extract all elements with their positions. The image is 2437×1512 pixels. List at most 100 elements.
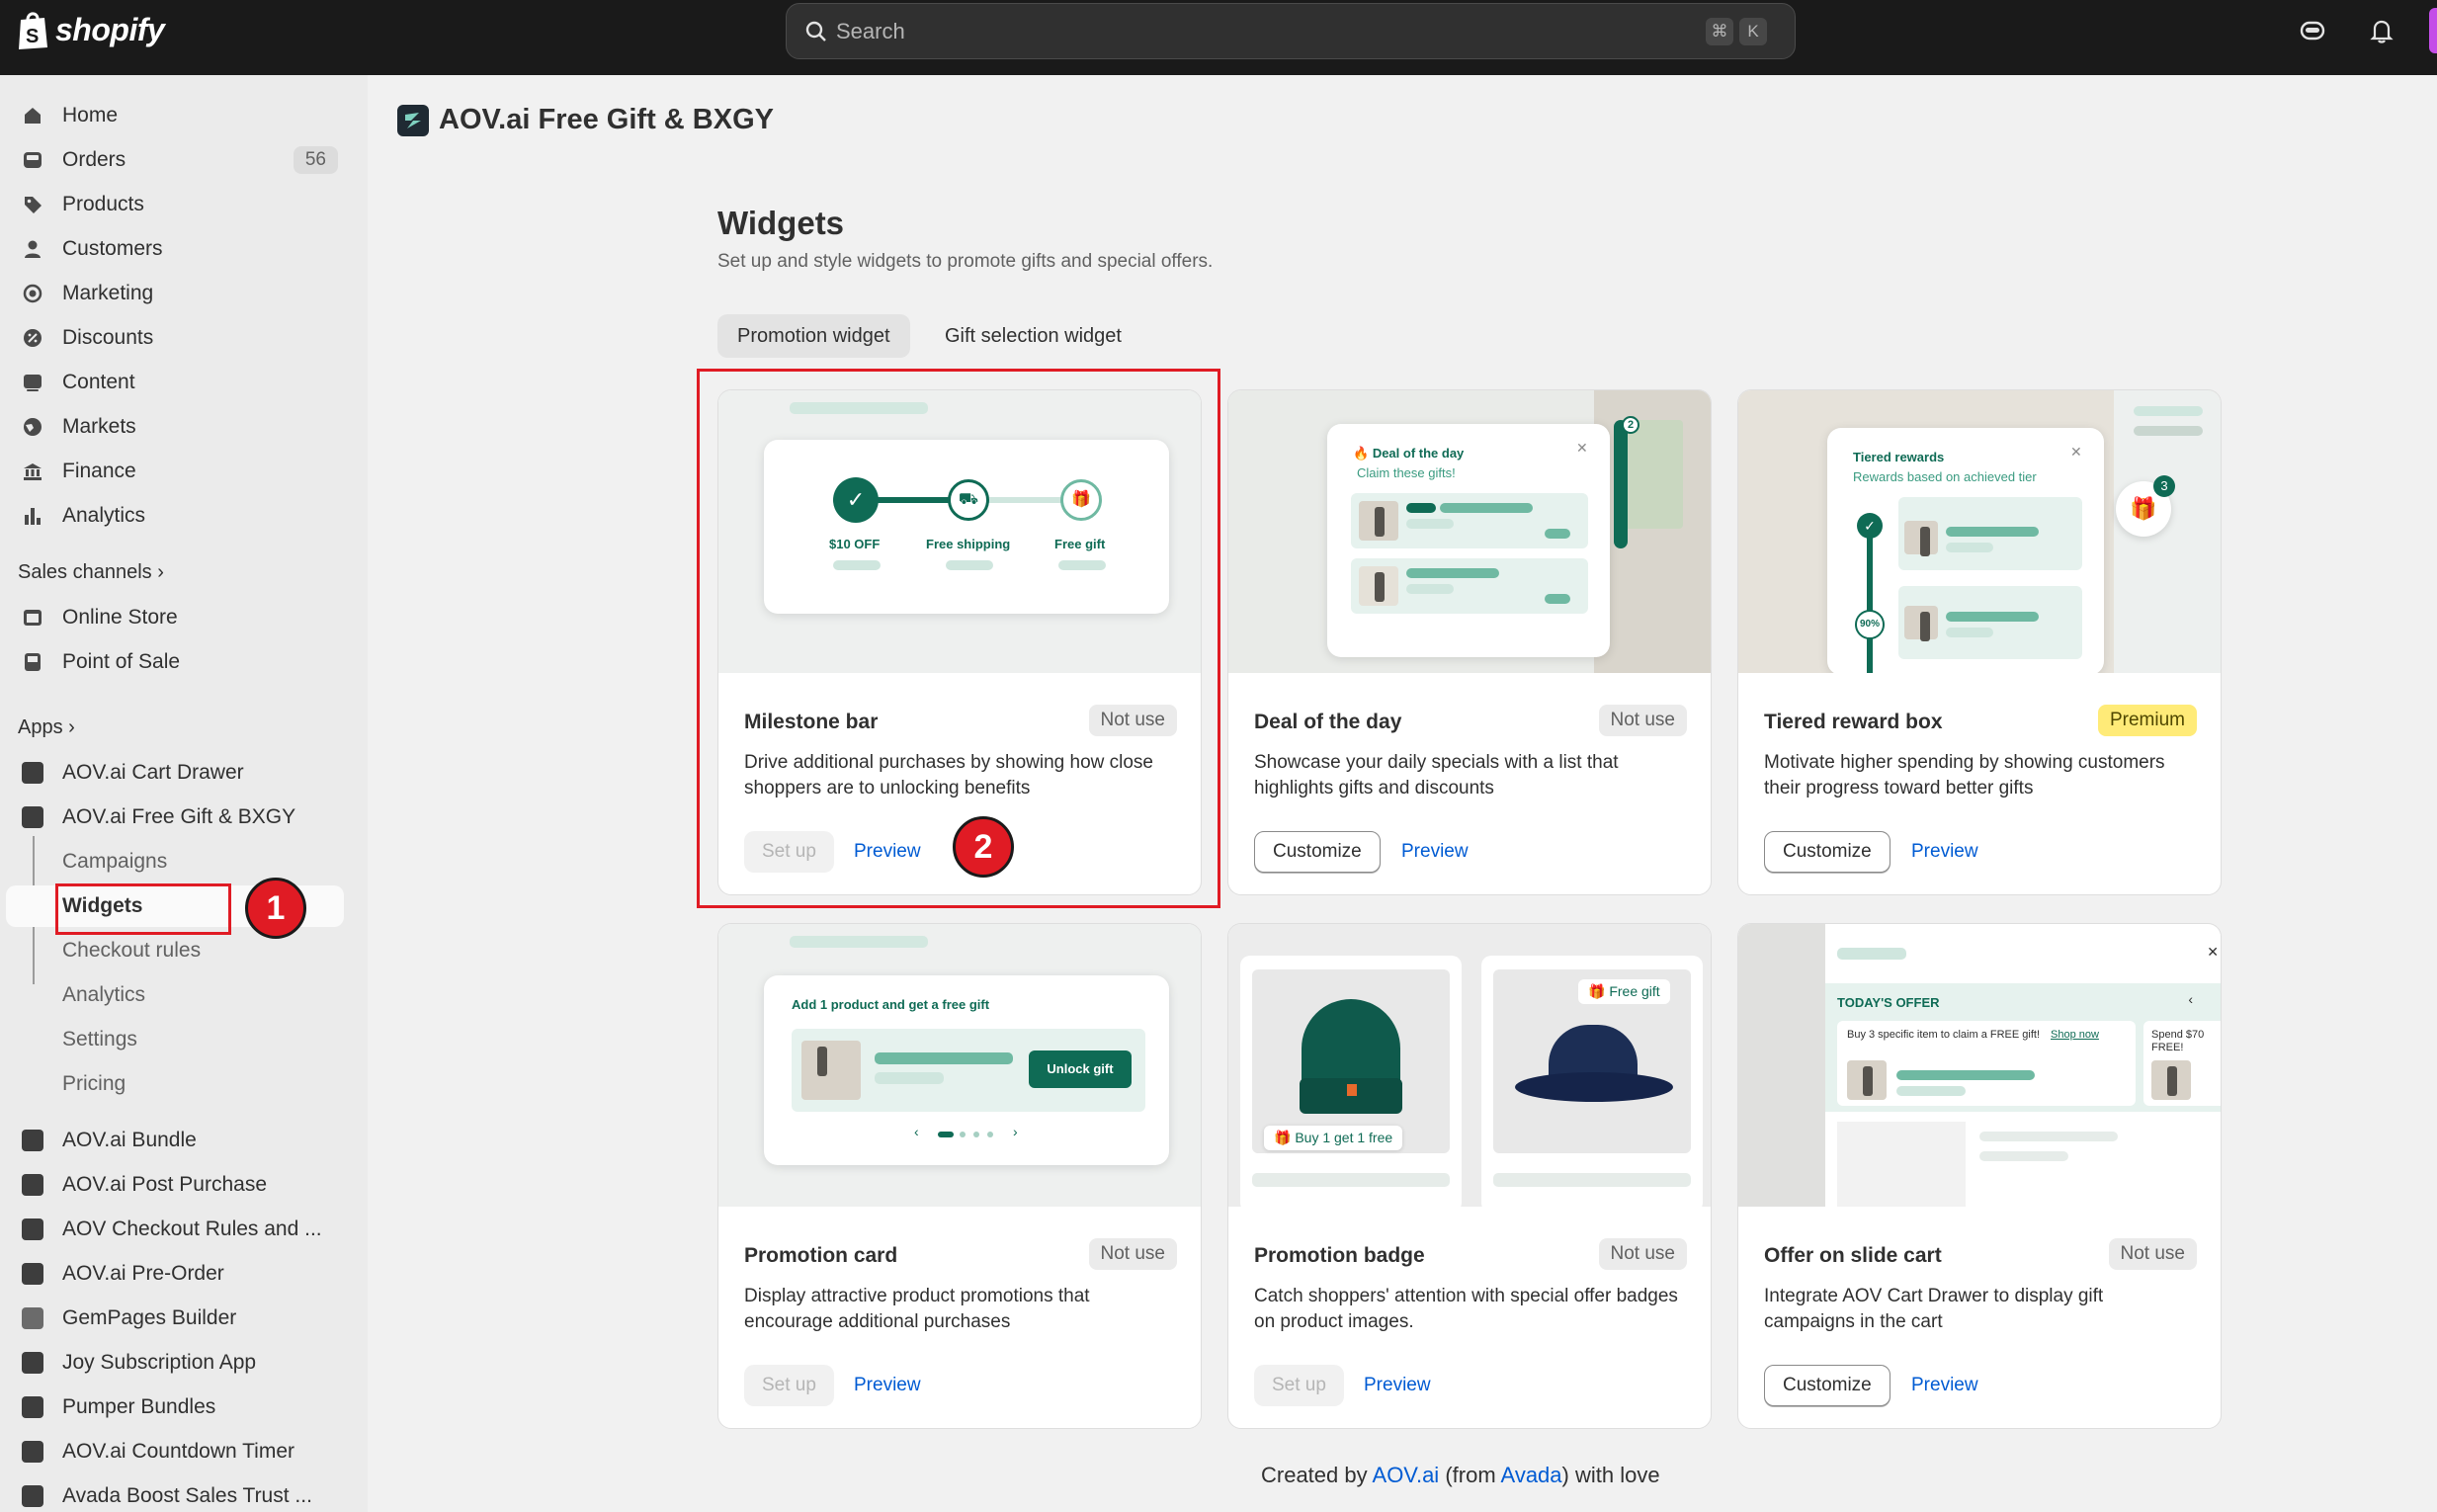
nav-analytics[interactable]: Analytics <box>6 495 344 537</box>
preview-link[interactable]: Preview <box>1364 1365 1431 1406</box>
nav-aov-checkout-rules[interactable]: AOV Checkout Rules and ... <box>6 1209 344 1250</box>
nav-label: AOV.ai Bundle <box>62 1129 197 1151</box>
deal-title: 🔥 Deal of the day <box>1353 446 1465 461</box>
product-card-2: 🎁 Free gift <box>1481 956 1703 1207</box>
placeholder-bar <box>1896 1086 1966 1096</box>
nav-label: Checkout rules <box>62 939 202 962</box>
search-bar[interactable]: Search ⌘ K <box>786 3 1796 59</box>
nav-aov-pre-order[interactable]: AOV.ai Pre-Order <box>6 1253 344 1295</box>
nav-campaigns[interactable]: Campaigns <box>6 841 344 882</box>
deal-preview-panel: 🔥 Deal of the day Claim these gifts! ✕ <box>1327 424 1610 657</box>
apps-heading[interactable]: Apps › <box>18 716 75 739</box>
joy-icon <box>22 1352 43 1374</box>
target-icon <box>23 284 42 303</box>
nav-customers[interactable]: Customers <box>6 228 344 270</box>
shopify-logo[interactable]: S shopify <box>16 10 165 49</box>
customize-button[interactable]: Customize <box>1254 831 1381 873</box>
nav-aov-post-purchase[interactable]: AOV.ai Post Purchase <box>6 1164 344 1206</box>
deal-subtitle: Claim these gifts! <box>1357 465 1456 480</box>
aov-app-icon <box>22 1174 43 1196</box>
nav-aov-bundle[interactable]: AOV.ai Bundle <box>6 1120 344 1161</box>
offer-item-1: Buy 3 specific item to claim a FREE gift… <box>1837 1021 2136 1106</box>
nav-label: GemPages Builder <box>62 1306 237 1329</box>
preview-link[interactable]: Preview <box>1911 831 1978 873</box>
sales-channels-label: Sales channels <box>18 561 152 583</box>
shopify-bag-icon: S <box>16 10 49 49</box>
product-image <box>1359 501 1398 541</box>
tier-progress-line <box>1867 523 1873 673</box>
deal-of-the-day-thumbnail: 🔥 Deal of the day Claim these gifts! ✕ 2 <box>1228 390 1711 673</box>
nav-app-analytics[interactable]: Analytics <box>6 974 344 1016</box>
nav-label: Joy Subscription App <box>62 1351 257 1374</box>
placeholder-bar <box>1406 503 1436 513</box>
nav-marketing[interactable]: Marketing <box>6 273 344 314</box>
check-icon: ✓ <box>1857 513 1883 539</box>
nav-markets[interactable]: Markets <box>6 406 344 448</box>
sales-channels-heading[interactable]: Sales channels › <box>18 561 164 584</box>
nav-finance[interactable]: Finance <box>6 451 344 492</box>
preview-link[interactable]: Preview <box>1401 831 1469 873</box>
beanie-tag <box>1347 1084 1357 1096</box>
setup-button[interactable]: Set up <box>1254 1365 1344 1406</box>
tab-promotion-widget[interactable]: Promotion widget <box>717 314 910 358</box>
person-icon <box>25 240 41 258</box>
nav-pricing[interactable]: Pricing <box>6 1063 344 1105</box>
product-image <box>1904 606 1938 641</box>
nav-aov-cart-drawer[interactable]: AOV.ai Cart Drawer <box>6 752 344 794</box>
account-avatar[interactable] <box>2429 8 2437 53</box>
annotation-marker-2: 2 <box>953 816 1014 878</box>
close-icon: ✕ <box>1576 440 1588 456</box>
carousel-dot <box>973 1132 979 1137</box>
card-title: Promotion card <box>744 1244 898 1267</box>
preview-link[interactable]: Preview <box>1911 1365 1978 1406</box>
placeholder-bar <box>1837 948 1906 960</box>
promotion-preview-panel: Add 1 product and get a free gift Unlock… <box>764 975 1169 1165</box>
placeholder-bar <box>1545 594 1570 604</box>
k-key: K <box>1739 18 1767 45</box>
card-title: Deal of the day <box>1254 711 1402 733</box>
placeholder-bar <box>2134 426 2203 436</box>
promotion-title: Add 1 product and get a free gift <box>792 997 990 1012</box>
aov-link[interactable]: AOV.ai <box>1373 1463 1440 1487</box>
nav-orders[interactable]: Orders 56 <box>6 139 344 181</box>
placeholder-bar <box>1946 543 1993 552</box>
nav-label: Pumper Bundles <box>62 1395 216 1418</box>
nav-label: Content <box>62 371 135 393</box>
product-image <box>801 1041 861 1100</box>
placeholder-bar <box>1406 519 1454 529</box>
customize-button[interactable]: Customize <box>1764 1365 1891 1406</box>
tiered-preview-panel: Tiered rewards Rewards based on achieved… <box>1827 428 2104 673</box>
nav-products[interactable]: Products <box>6 184 344 225</box>
nav-point-of-sale[interactable]: Point of Sale <box>6 641 344 683</box>
carousel-dot <box>960 1132 966 1137</box>
customize-button[interactable]: Customize <box>1764 831 1891 873</box>
nav-discounts[interactable]: Discounts <box>6 317 344 359</box>
placeholder-bar <box>875 1072 944 1084</box>
sidekick-icon[interactable] <box>2298 16 2327 45</box>
footer-prefix: Created by <box>1261 1463 1373 1487</box>
bell-icon[interactable] <box>2367 16 2396 45</box>
preview-link[interactable]: Preview <box>854 1365 921 1406</box>
nav-gempages[interactable]: GemPages Builder <box>6 1298 344 1339</box>
nav-joy-subscription[interactable]: Joy Subscription App <box>6 1342 344 1384</box>
card-description: Motivate higher spending by showing cust… <box>1764 752 2165 798</box>
placeholder-bar <box>2134 406 2203 416</box>
nav-content[interactable]: Content <box>6 362 344 403</box>
tiered-title: Tiered rewards <box>1853 450 1945 464</box>
deal-title-text: Deal of the day <box>1372 446 1465 461</box>
tab-gift-selection-widget[interactable]: Gift selection widget <box>925 314 1141 358</box>
nav-home[interactable]: Home <box>6 95 344 136</box>
nav-aov-countdown[interactable]: AOV.ai Countdown Timer <box>6 1431 344 1472</box>
count-badge: 3 <box>2153 475 2175 497</box>
setup-button[interactable]: Set up <box>744 1365 834 1406</box>
avada-link[interactable]: Avada <box>1501 1463 1562 1487</box>
nav-pumper-bundles[interactable]: Pumper Bundles <box>6 1386 344 1428</box>
nav-settings[interactable]: Settings <box>6 1019 344 1060</box>
nav-online-store[interactable]: Online Store <box>6 597 344 638</box>
nav-aov-free-gift[interactable]: AOV.ai Free Gift & BXGY <box>6 797 344 838</box>
nav-checkout-rules[interactable]: Checkout rules <box>6 930 344 971</box>
aov-app-icon <box>22 1130 43 1151</box>
nav-avada-boost[interactable]: Avada Boost Sales Trust ... <box>6 1475 344 1512</box>
todays-offer-title: TODAY'S OFFER <box>1837 995 1940 1010</box>
placeholder-bar <box>875 1052 1013 1064</box>
